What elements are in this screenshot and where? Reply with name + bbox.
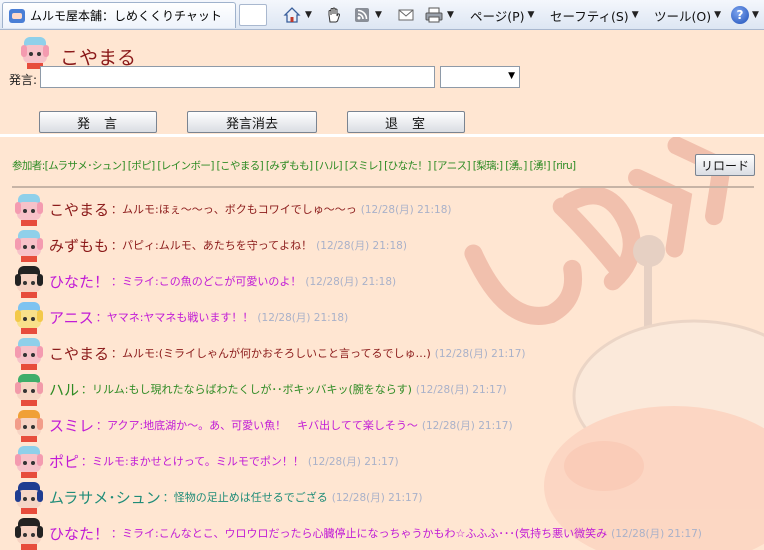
message-author: こやまる (49, 200, 110, 219)
feeds-button[interactable]: ▼ (352, 3, 382, 27)
message-timestamp: (12/28(月) 21:17) (331, 491, 423, 504)
divider (0, 134, 764, 137)
divider (12, 186, 754, 188)
printer-icon (424, 5, 444, 25)
message-timestamp: (12/28(月) 21:18) (316, 239, 407, 252)
user-avatar (15, 302, 43, 334)
message-text: ：ミライ:こんなとこ、ウロウロだったら心臓停止になっちゃうかもわ☆ふふふ･･･(… (111, 527, 608, 540)
color-select[interactable]: ▼ (440, 66, 520, 88)
chat-message: ポピ ：ミルモ:まかせとけって。ミルモでポン！！ (12/28(月) 21:17) (12, 443, 762, 479)
user-avatar (15, 194, 43, 226)
message-text: ：パピィ:ムルモ、あたちを守ってよね！ (111, 239, 313, 252)
chevron-down-icon: ▼ (527, 10, 535, 20)
chat-message: みずもも ：パピィ:ムルモ、あたちを守ってよね！ (12/28(月) 21:18) (12, 227, 762, 263)
chat-message: ひなた！ ：ミライ:こんなとこ、ウロウロだったら心臓停止になっちゃうかもわ☆ふふふ… (12, 515, 762, 550)
chevron-down-icon: ▼ (631, 10, 639, 20)
chat-message: ひなた！ ：ミライ:この魚のどこが可愛いのよ！ (12/28(月) 21:18) (12, 263, 762, 299)
message-timestamp: (12/28(月) 21:18) (305, 275, 397, 288)
user-avatar (15, 410, 43, 442)
print-dropdown-arrow[interactable]: ▼ (447, 10, 454, 20)
message-author: ハル (49, 380, 80, 399)
message-input[interactable] (40, 66, 435, 88)
tools-menu-label: ツール(O) (654, 8, 712, 24)
message-author: ひなた！ (49, 272, 110, 291)
message-text: ：ムルモ:(ミライしゃんが何かおそろしいこと言ってるでしゅ…) (111, 347, 431, 360)
message-text: ：アクア:地底湖か～。あ、可愛い魚！ キバ出してて楽しそう～ (96, 419, 418, 432)
message-text: ：怪物の足止めは任せるでござる (162, 491, 328, 504)
browser-toolbar: ムルモ屋本舗：しめくくりチャット ▼ ▼ ▼ ページ(P) ▼ セーフティ(S) (0, 0, 764, 30)
mail-icon (396, 5, 416, 25)
message-author: ひなた！ (49, 524, 110, 543)
user-avatar (15, 482, 43, 514)
message-author: アニス (49, 308, 94, 327)
message-text: ：ミライ:この魚のどこが可愛いのよ！ (111, 275, 302, 288)
rss-icon (352, 5, 372, 25)
chat-message: ハル ：リルム:もし現れたならばわたくしが･･ボキッバキッ(腕をならす) (12/2… (12, 371, 762, 407)
message-author: こやまる (49, 344, 110, 363)
clear-message-button[interactable]: 発言消去 (187, 111, 317, 133)
message-author: みずもも (49, 236, 110, 255)
leave-room-button[interactable]: 退室 (347, 111, 465, 133)
message-timestamp: (12/28(月) 21:17) (415, 383, 507, 396)
mail-button[interactable] (396, 3, 416, 27)
message-author: スミレ (49, 416, 95, 435)
chevron-down-icon: ▼ (714, 10, 722, 20)
user-avatar (15, 446, 43, 478)
message-timestamp: (12/28(月) 21:18) (360, 203, 452, 216)
safety-menu[interactable]: セーフティ(S) ▼ (550, 3, 639, 27)
home-dropdown-arrow[interactable]: ▼ (305, 10, 312, 20)
chat-message: こやまる ：ムルモ:ほぇ～～っ、ボクもコワイでしゅ～～っ (12/28(月) 21:… (12, 191, 762, 227)
participants-list: 参加者:[ムラサメ･シュン] [ポピ] [レインボー] [こやまる] [みずもも… (12, 160, 576, 172)
home-button[interactable]: ▼ (282, 3, 312, 27)
tab-title: ムルモ屋本舗：しめくくりチャット (30, 9, 222, 23)
page-menu-label: ページ(P) (470, 8, 525, 24)
message-text: ：リルム:もし現れたならばわたくしが･･ボキッバキッ(腕をならす) (81, 383, 412, 396)
user-avatar (15, 266, 43, 298)
message-timestamp: (12/28(月) 21:17) (307, 455, 399, 468)
current-user-row: こやまる (18, 33, 136, 70)
message-timestamp: (12/28(月) 21:17) (611, 527, 702, 540)
help-button[interactable]: ? ▼ (731, 3, 759, 27)
chat-message: こやまる ：ムルモ:(ミライしゃんが何かおそろしいこと言ってるでしゅ…) (12/2… (12, 335, 762, 371)
message-author: ムラサメ･シュン (49, 488, 161, 507)
page-menu[interactable]: ページ(P) ▼ (470, 3, 534, 27)
print-button[interactable]: ▼ (424, 3, 454, 27)
chat-message: アニス ：ヤマネ:ヤマネも戦います！！ (12/28(月) 21:18) (12, 299, 762, 335)
user-avatar (15, 518, 43, 550)
message-list: こやまる ：ムルモ:ほぇ～～っ、ボクもコワイでしゅ～～っ (12/28(月) 21:… (12, 191, 762, 550)
help-icon: ? (731, 6, 749, 24)
site-favicon (9, 8, 25, 23)
message-text: ：ヤマネ:ヤマネも戦います！！ (95, 311, 254, 324)
hand-icon (324, 5, 344, 25)
new-tab-button[interactable] (239, 4, 267, 26)
message-author: ポピ (49, 452, 80, 471)
chat-message: ムラサメ･シュン ：怪物の足止めは任せるでござる (12/28(月) 21:17) (12, 479, 762, 515)
chat-message: スミレ ：アクア:地底湖か～。あ、可愛い魚！ キバ出してて楽しそう～ (12/28(… (12, 407, 762, 443)
message-timestamp: (12/28(月) 21:18) (257, 311, 349, 324)
feeds-dropdown-arrow[interactable]: ▼ (375, 10, 382, 20)
message-timestamp: (12/28(月) 21:17) (434, 347, 526, 360)
user-avatar (15, 338, 43, 370)
message-text: ：ミルモ:まかせとけって。ミルモでポン！！ (81, 455, 304, 468)
help-dropdown-arrow[interactable]: ▼ (752, 10, 759, 20)
chevron-down-icon: ▼ (508, 71, 515, 81)
reload-button[interactable]: リロード (695, 154, 755, 176)
tools-menu[interactable]: ツール(O) ▼ (654, 3, 721, 27)
browser-tab[interactable]: ムルモ屋本舗：しめくくりチャット (2, 2, 236, 28)
user-avatar (15, 374, 43, 406)
pan-button[interactable] (324, 3, 344, 27)
user-avatar (15, 230, 43, 262)
say-button[interactable]: 発言 (39, 111, 157, 133)
current-user-avatar (21, 36, 49, 69)
home-icon (282, 5, 302, 25)
say-label: 発言: (9, 73, 38, 87)
message-text: ：ムルモ:ほぇ～～っ、ボクもコワイでしゅ～～っ (111, 203, 357, 216)
chat-page: こやまる 発言: ▼ 発言 発言消去 退室 参加者:[ムラサメ･シュン] [ポピ… (0, 31, 764, 550)
safety-menu-label: セーフティ(S) (550, 8, 629, 24)
message-timestamp: (12/28(月) 21:17) (421, 419, 513, 432)
